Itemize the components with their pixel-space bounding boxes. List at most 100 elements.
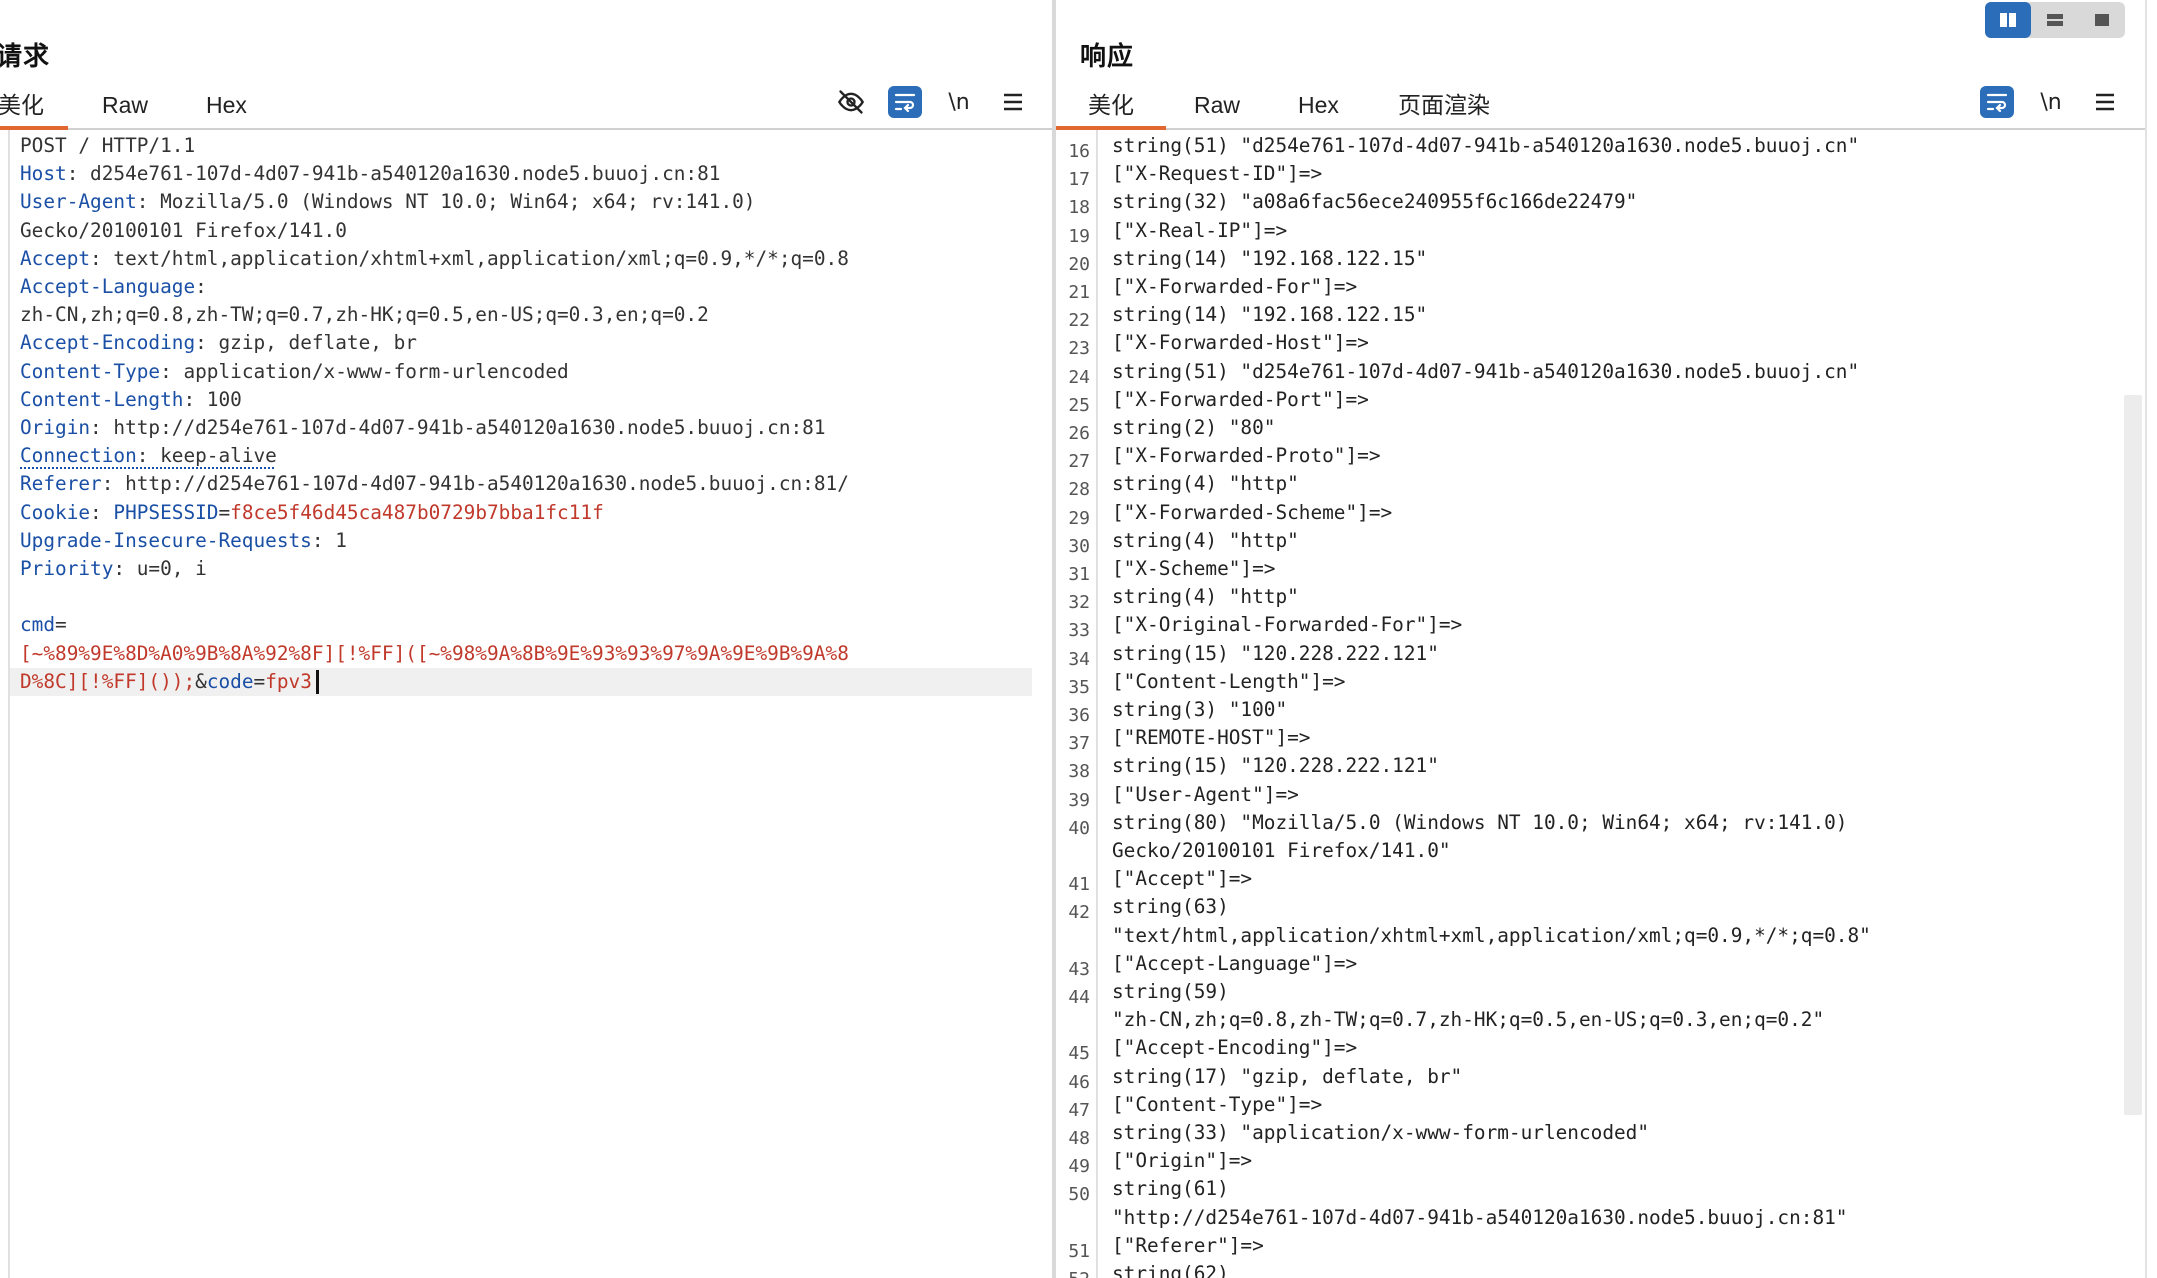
response-line[interactable]: string(51) "d254e761-107d-4d07-941b-a540… bbox=[1112, 132, 2145, 160]
line-number: 23 bbox=[1056, 329, 1090, 361]
eye-off-icon[interactable] bbox=[834, 86, 868, 118]
response-line[interactable]: string(63) bbox=[1112, 893, 2145, 921]
response-line[interactable]: ["X-Forwarded-Host"]=> bbox=[1112, 329, 2145, 357]
response-line[interactable]: string(14) "192.168.122.15" bbox=[1112, 245, 2145, 273]
newline-toggle-button[interactable]: \n bbox=[942, 86, 976, 118]
request-line[interactable]: Accept-Language: bbox=[10, 273, 1032, 301]
response-line[interactable]: string(62) bbox=[1112, 1260, 2145, 1278]
request-line[interactable]: POST / HTTP/1.1 bbox=[10, 132, 1032, 160]
request-line[interactable] bbox=[10, 583, 1032, 611]
request-token: : http://d254e761-107d-4d07-941b-a540120… bbox=[102, 472, 849, 495]
response-line[interactable]: string(15) "120.228.222.121" bbox=[1112, 640, 2145, 668]
response-line[interactable]: string(33) "application/x-www-form-urlen… bbox=[1112, 1119, 2145, 1147]
request-line[interactable]: zh-CN,zh;q=0.8,zh-TW;q=0.7,zh-HK;q=0.5,e… bbox=[10, 301, 1032, 329]
request-line[interactable]: Origin: http://d254e761-107d-4d07-941b-a… bbox=[10, 414, 1032, 442]
response-line[interactable]: string(14) "192.168.122.15" bbox=[1112, 301, 2145, 329]
response-line[interactable]: ["X-Forwarded-Port"]=> bbox=[1112, 386, 2145, 414]
layout-single-icon[interactable] bbox=[2079, 2, 2125, 38]
response-line[interactable]: string(4) "http" bbox=[1112, 470, 2145, 498]
request-token: : 1 bbox=[312, 529, 347, 552]
response-line[interactable]: ["Accept-Language"]=> bbox=[1112, 950, 2145, 978]
line-number: 36 bbox=[1056, 696, 1090, 728]
tab-raw[interactable]: Raw bbox=[102, 88, 148, 126]
response-line[interactable]: ["X-Real-IP"]=> bbox=[1112, 217, 2145, 245]
response-line[interactable]: ["X-Original-Forwarded-For"]=> bbox=[1112, 611, 2145, 639]
response-line[interactable]: "zh-CN,zh;q=0.8,zh-TW;q=0.7,zh-HK;q=0.5,… bbox=[1112, 1006, 2145, 1034]
gutter-border bbox=[1096, 130, 1098, 1278]
menu-icon[interactable] bbox=[996, 86, 1030, 118]
tab-hex[interactable]: Hex bbox=[206, 88, 247, 126]
request-line[interactable]: Content-Length: 100 bbox=[10, 386, 1032, 414]
line-number: 52 bbox=[1056, 1260, 1090, 1278]
response-line[interactable]: string(59) bbox=[1112, 978, 2145, 1006]
tab-hex[interactable]: Hex bbox=[1298, 88, 1339, 126]
request-line[interactable]: cmd= bbox=[10, 611, 1032, 639]
response-line[interactable]: string(32) "a08a6fac56ece240955f6c166de2… bbox=[1112, 188, 2145, 216]
request-line[interactable]: Accept: text/html,application/xhtml+xml,… bbox=[10, 245, 1032, 273]
request-line[interactable]: [~%89%9E%8D%A0%9B%8A%92%8F][!%FF]([~%98%… bbox=[10, 640, 1032, 668]
response-line[interactable]: ["Content-Length"]=> bbox=[1112, 668, 2145, 696]
response-scrollbar[interactable] bbox=[2124, 395, 2142, 1115]
response-line[interactable]: ["X-Forwarded-Scheme"]=> bbox=[1112, 499, 2145, 527]
response-line[interactable]: ["User-Agent"]=> bbox=[1112, 781, 2145, 809]
response-line[interactable]: string(3) "100" bbox=[1112, 696, 2145, 724]
layout-stacked-icon[interactable] bbox=[2032, 2, 2078, 38]
response-line[interactable]: ["Accept-Encoding"]=> bbox=[1112, 1034, 2145, 1062]
tab-pretty[interactable]: 美化 bbox=[0, 88, 68, 130]
response-line[interactable]: string(4) "http" bbox=[1112, 583, 2145, 611]
wrap-icon[interactable] bbox=[1980, 86, 2014, 118]
response-line[interactable]: ["Origin"]=> bbox=[1112, 1147, 2145, 1175]
tab-pretty[interactable]: 美化 bbox=[1056, 88, 1166, 130]
request-line[interactable]: Connection: keep-alive bbox=[10, 442, 1032, 470]
response-line[interactable]: string(51) "d254e761-107d-4d07-941b-a540… bbox=[1112, 358, 2145, 386]
request-line[interactable]: Gecko/20100101 Firefox/141.0 bbox=[10, 217, 1032, 245]
request-token: : gzip, deflate, br bbox=[195, 331, 417, 354]
response-line[interactable]: ["X-Request-ID"]=> bbox=[1112, 160, 2145, 188]
line-number: 50 bbox=[1056, 1175, 1090, 1207]
request-token: : bbox=[195, 275, 207, 298]
response-line[interactable]: ["Accept"]=> bbox=[1112, 865, 2145, 893]
response-line[interactable]: "http://d254e761-107d-4d07-941b-a540120a… bbox=[1112, 1204, 2145, 1232]
line-number: 31 bbox=[1056, 555, 1090, 587]
response-line[interactable]: string(4) "http" bbox=[1112, 527, 2145, 555]
line-number: 30 bbox=[1056, 527, 1090, 559]
request-pane: 请求 美化 Raw Hex \n POST / HTTP/1.1 Host: d2… bbox=[0, 0, 1052, 1278]
request-line[interactable]: Content-Type: application/x-www-form-url… bbox=[10, 358, 1032, 386]
response-line[interactable]: string(2) "80" bbox=[1112, 414, 2145, 442]
request-token: Priority bbox=[20, 557, 113, 580]
line-number: 29 bbox=[1056, 499, 1090, 531]
response-line[interactable]: ["X-Forwarded-Proto"]=> bbox=[1112, 442, 2145, 470]
tab-render[interactable]: 页面渲染 bbox=[1398, 88, 1490, 126]
request-line[interactable]: Cookie: PHPSESSID=f8ce5f46d45ca487b0729b… bbox=[10, 499, 1032, 527]
response-line[interactable]: ["Referer"]=> bbox=[1112, 1232, 2145, 1260]
request-token: Content-Length bbox=[20, 388, 183, 411]
request-line[interactable]: Accept-Encoding: gzip, deflate, br bbox=[10, 329, 1032, 357]
request-line[interactable]: Host: d254e761-107d-4d07-941b-a540120a16… bbox=[10, 160, 1032, 188]
request-line[interactable]: Referer: http://d254e761-107d-4d07-941b-… bbox=[10, 470, 1032, 498]
response-line[interactable]: ["X-Scheme"]=> bbox=[1112, 555, 2145, 583]
request-line[interactable]: Upgrade-Insecure-Requests: 1 bbox=[10, 527, 1032, 555]
newline-toggle-button[interactable]: \n bbox=[2034, 86, 2068, 118]
request-editor[interactable]: POST / HTTP/1.1 Host: d254e761-107d-4d07-… bbox=[0, 130, 1052, 1278]
response-line[interactable]: "text/html,application/xhtml+xml,applica… bbox=[1112, 922, 2145, 950]
response-line[interactable]: string(17) "gzip, deflate, br" bbox=[1112, 1063, 2145, 1091]
response-editor[interactable]: 16 string(51) "d254e761-107d-4d07-941b-a5… bbox=[1056, 130, 2145, 1278]
line-number: 46 bbox=[1056, 1063, 1090, 1095]
response-line[interactable]: ["Content-Type"]=> bbox=[1112, 1091, 2145, 1119]
response-line[interactable]: string(61) bbox=[1112, 1175, 2145, 1203]
tab-raw[interactable]: Raw bbox=[1194, 88, 1240, 126]
response-line[interactable]: string(15) "120.228.222.121" bbox=[1112, 752, 2145, 780]
line-number: 51 bbox=[1056, 1232, 1090, 1264]
wrap-icon[interactable] bbox=[888, 86, 922, 118]
request-line[interactable]: Priority: u=0, i bbox=[10, 555, 1032, 583]
request-line[interactable]: User-Agent: Mozilla/5.0 (Windows NT 10.0… bbox=[10, 188, 1032, 216]
line-number: 41 bbox=[1056, 865, 1090, 897]
menu-icon[interactable] bbox=[2088, 86, 2122, 118]
response-line[interactable]: string(80) "Mozilla/5.0 (Windows NT 10.0… bbox=[1112, 809, 2145, 837]
response-line[interactable]: Gecko/20100101 Firefox/141.0" bbox=[1112, 837, 2145, 865]
response-line[interactable]: ["REMOTE-HOST"]=> bbox=[1112, 724, 2145, 752]
layout-side-by-side-icon[interactable] bbox=[1985, 2, 2031, 38]
request-line[interactable]: D%8C][!%FF]());&code=fpv3 bbox=[10, 668, 1032, 696]
response-tabs: 美化 Raw Hex 页面渲染 \n bbox=[1056, 88, 2145, 130]
response-line[interactable]: ["X-Forwarded-For"]=> bbox=[1112, 273, 2145, 301]
